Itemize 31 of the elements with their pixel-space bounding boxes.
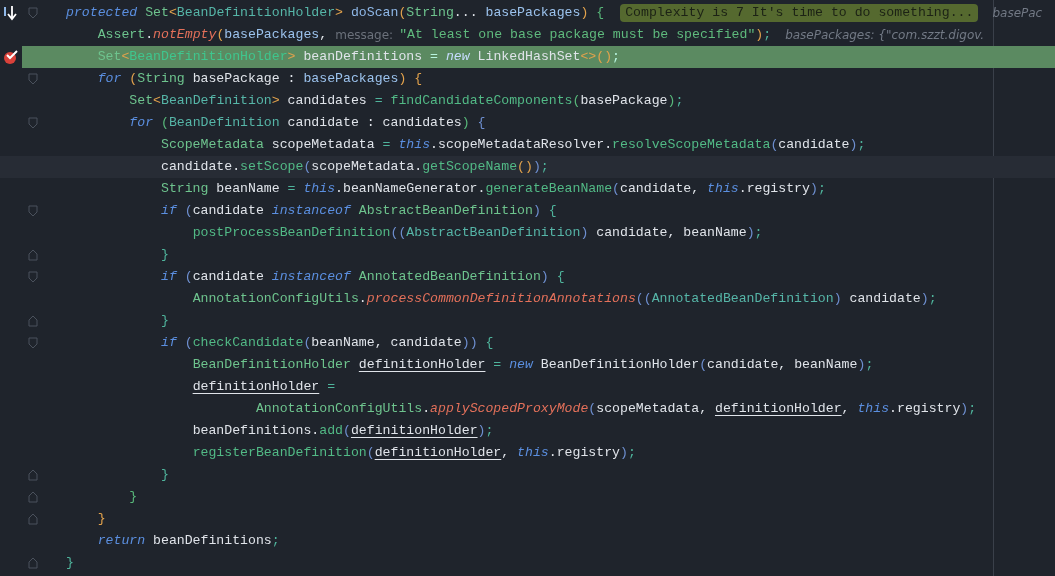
- code-text: }: [66, 554, 74, 573]
- code-text: candidate.setScope(scopeMetadata.getScopeName());: [160, 158, 549, 177]
- code-text: postProcessBeanDefinition((AbstractBeanDefinition) candidate, beanName);: [192, 224, 763, 243]
- code-text: "At least one base package must be specified");: [399, 26, 772, 45]
- code-text: }: [97, 510, 106, 529]
- code-text: return beanDefinitions;: [97, 532, 280, 551]
- code-text: ScopeMetadata scopeMetadata = this.scopeMetadataResolver.resolveScopeMetadata(candidate);: [160, 136, 866, 155]
- code-text: }: [129, 488, 138, 507]
- code-text: AnnotationConfigUtils.applyScopedProxyMode(scopeMetadata, definitionHolder, this.registry);: [255, 400, 977, 419]
- code-text: protected Set<BeanDefinitionHolder> doScan(String... basePackages) {: [66, 4, 605, 23]
- code-text: registerBeanDefinition(definitionHolder, this.registry);: [192, 444, 636, 463]
- code-text: beanDefinitions.add(definitionHolder);: [192, 422, 494, 441]
- code-text: }: [160, 246, 169, 265]
- code-text: for (BeanDefinition candidate : candidates) {: [129, 114, 486, 133]
- debug-value-hint: basePackages: {"com.szzt.digov.: [785, 27, 985, 44]
- code-text: BeanDefinitionHolder definitionHolder = new BeanDefinitionHolder(candidate, beanName);: [192, 356, 874, 375]
- code-text: AnnotationConfigUtils.processCommonDefinitionAnnotations((AnnotatedBeanDefinition) candidate);: [192, 290, 937, 309]
- code-text: }: [160, 466, 169, 485]
- parameter-hint: message:: [335, 27, 394, 44]
- code-text: if (candidate instanceof AbstractBeanDefinition) {: [160, 202, 557, 221]
- code-text: String beanName = this.beanNameGenerator.generateBeanName(candidate, this.registry);: [160, 180, 826, 199]
- code-text: for (String basePackage : basePackages) {: [97, 70, 423, 89]
- complexity-hint: Complexity is 7 It's time to do something...: [620, 4, 979, 22]
- code-text: }: [160, 312, 169, 331]
- code-text: Set<BeanDefinitionHolder> beanDefinitions = new LinkedHashSet<>();: [97, 48, 621, 67]
- code-text: if (checkCandidate(beanName, candidate)) {: [160, 334, 494, 353]
- code-text: Assert.notEmpty(basePackages,: [97, 26, 328, 45]
- code-text: definitionHolder =: [192, 378, 336, 397]
- code-text: Set<BeanDefinition> candidates = findCandidateComponents(basePackage);: [129, 92, 684, 111]
- debug-value-hint: basePac: [992, 5, 1043, 22]
- code-text: if (candidate instanceof AnnotatedBeanDefinition) {: [160, 268, 565, 287]
